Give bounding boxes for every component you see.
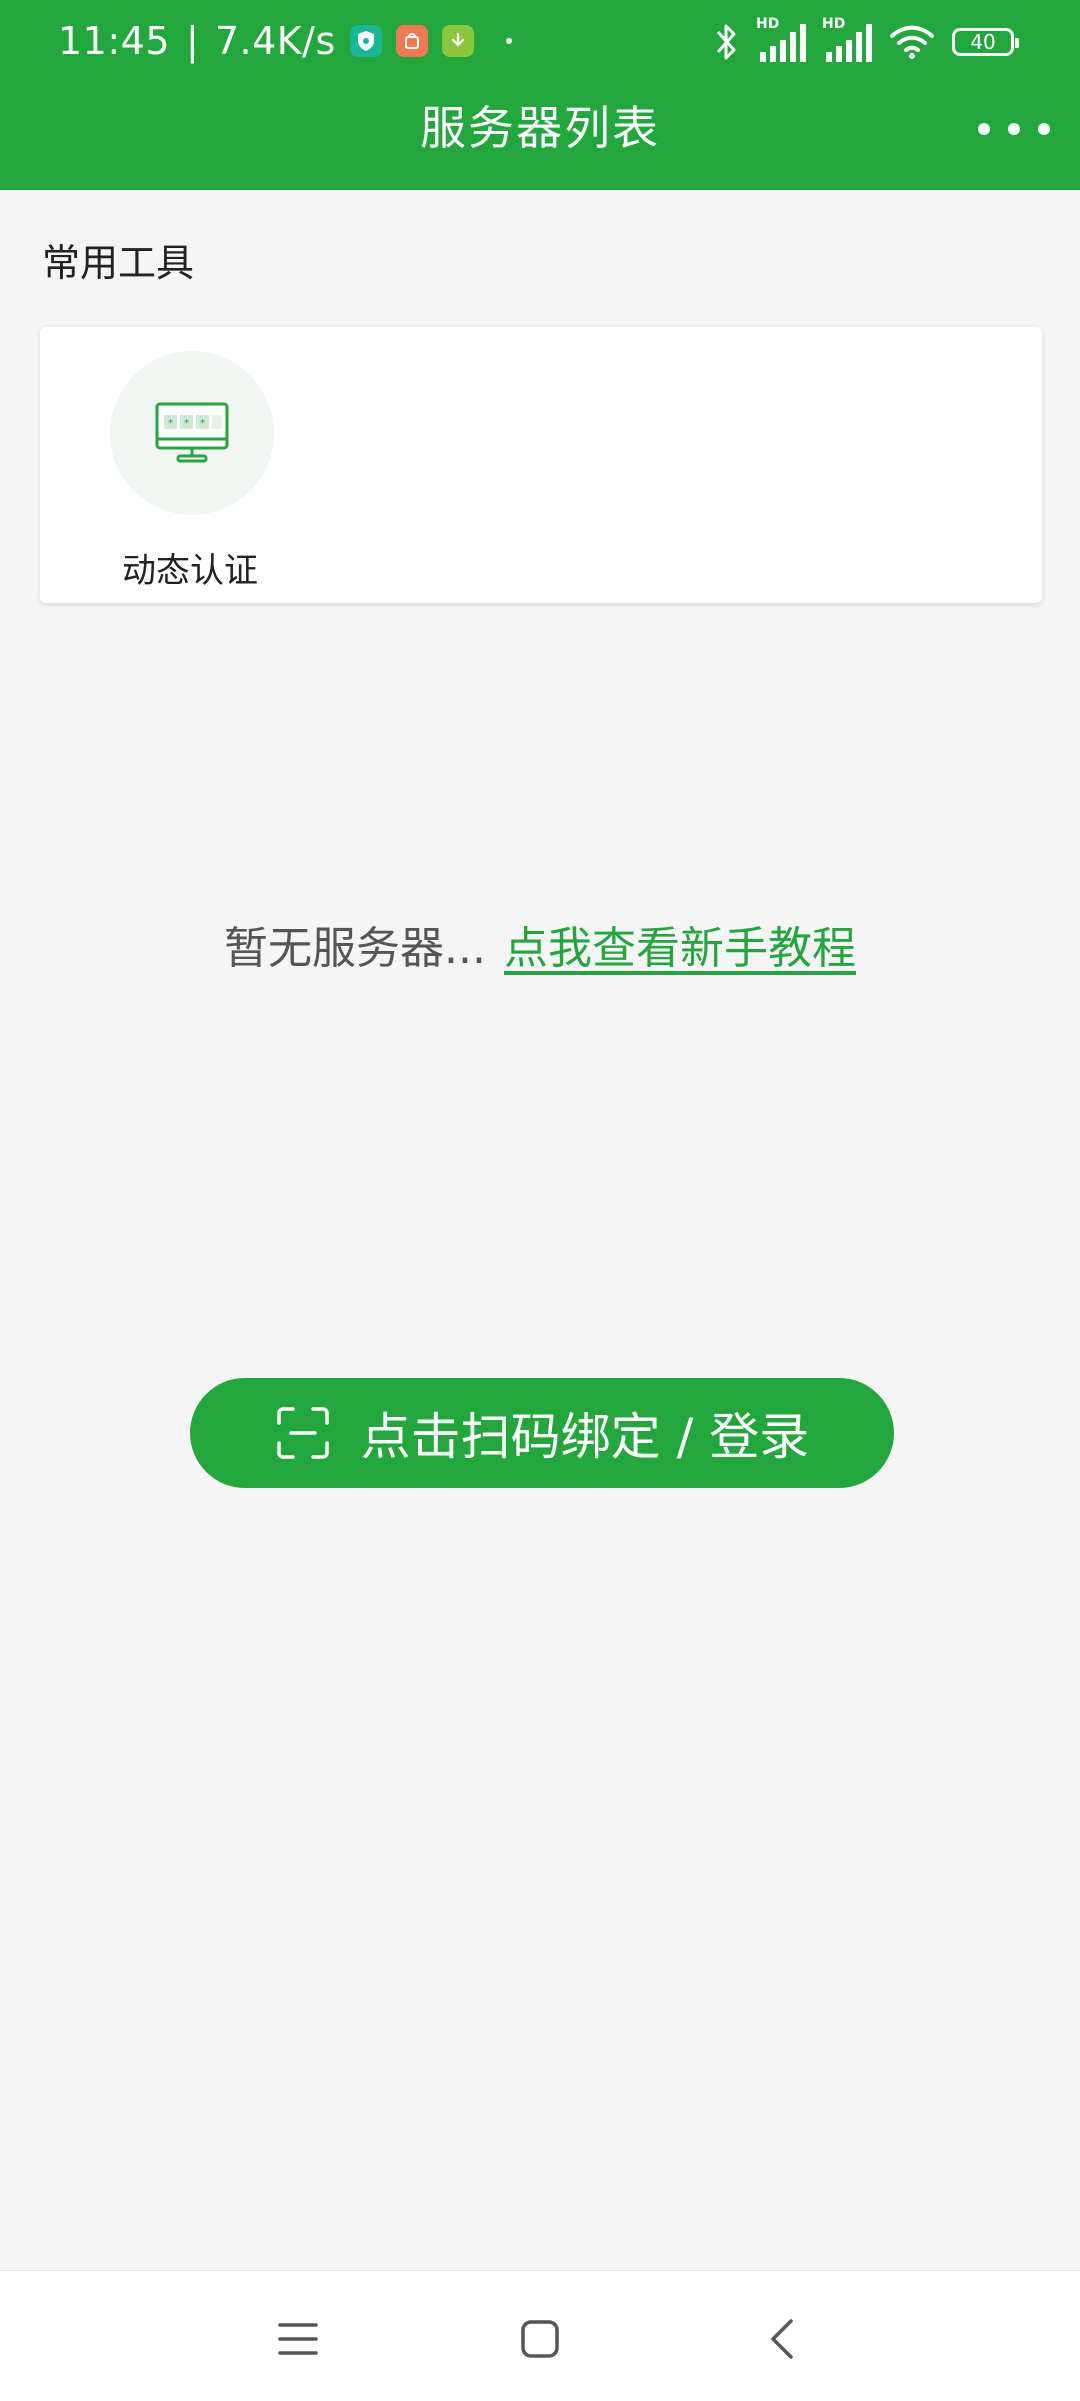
scan-bind-login-button[interactable]: 点击扫码绑定 / 登录 (190, 1378, 894, 1488)
svg-text:*: * (184, 418, 189, 429)
svg-text:*: * (200, 418, 205, 429)
store-app-icon (395, 25, 428, 57)
home-square-icon (521, 2320, 559, 2358)
more-options-button[interactable] (978, 100, 1050, 158)
scan-button-label: 点击扫码绑定 / 登录 (360, 1408, 810, 1466)
home-button[interactable] (510, 2309, 570, 2369)
tutorial-link[interactable]: 点我查看新手教程 (504, 923, 856, 974)
tool-icon-container: * * * (110, 351, 274, 515)
signal-label: HD (756, 16, 780, 32)
signal-label: HD (822, 16, 846, 32)
tools-card: * * * 动态认证 (40, 327, 1042, 603)
status-bar: 11:45 | 7.4K/s HD HD 40 (0, 0, 1080, 82)
notification-dot (505, 38, 512, 44)
page-title: 服务器列表 (420, 101, 660, 155)
tool-dynamic-auth[interactable]: * * * 动态认证 (90, 351, 274, 591)
more-dot-icon (1008, 123, 1020, 135)
signal-icon-1: HD (756, 16, 806, 64)
system-nav-bar (0, 2270, 1080, 2401)
download-icon (441, 25, 474, 57)
tools-section-title: 常用工具 (42, 241, 195, 285)
app-header: 11:45 | 7.4K/s HD HD 40 服务器列表 (0, 0, 1080, 190)
svg-text:*: * (168, 418, 173, 429)
network-speed: 7.4K/s (214, 19, 336, 63)
status-left: 11:45 | 7.4K/s (58, 16, 512, 66)
status-time: 11:45 (58, 19, 171, 63)
back-button[interactable] (752, 2309, 812, 2369)
scan-icon (276, 1407, 329, 1459)
menu-icon (278, 2323, 318, 2355)
status-separator: | (186, 19, 199, 63)
more-dot-icon (1038, 123, 1050, 135)
empty-state-message: 暂无服务器... (224, 923, 486, 974)
wifi-icon (890, 25, 934, 59)
bluetooth-icon (716, 24, 736, 60)
recent-apps-button[interactable] (268, 2309, 328, 2369)
status-right: HD HD 40 (712, 16, 1019, 66)
more-dot-icon (978, 123, 990, 135)
signal-icon-2: HD (822, 16, 872, 64)
battery-level: 40 (970, 30, 996, 54)
tool-label: 动态认证 (122, 551, 258, 591)
empty-state: 暂无服务器... 点我查看新手教程 (0, 912, 1080, 976)
security-app-icon (349, 25, 382, 57)
monitor-icon: * * * (155, 402, 229, 463)
back-chevron-icon (771, 2319, 793, 2359)
battery-indicator: 40 (952, 28, 1019, 56)
